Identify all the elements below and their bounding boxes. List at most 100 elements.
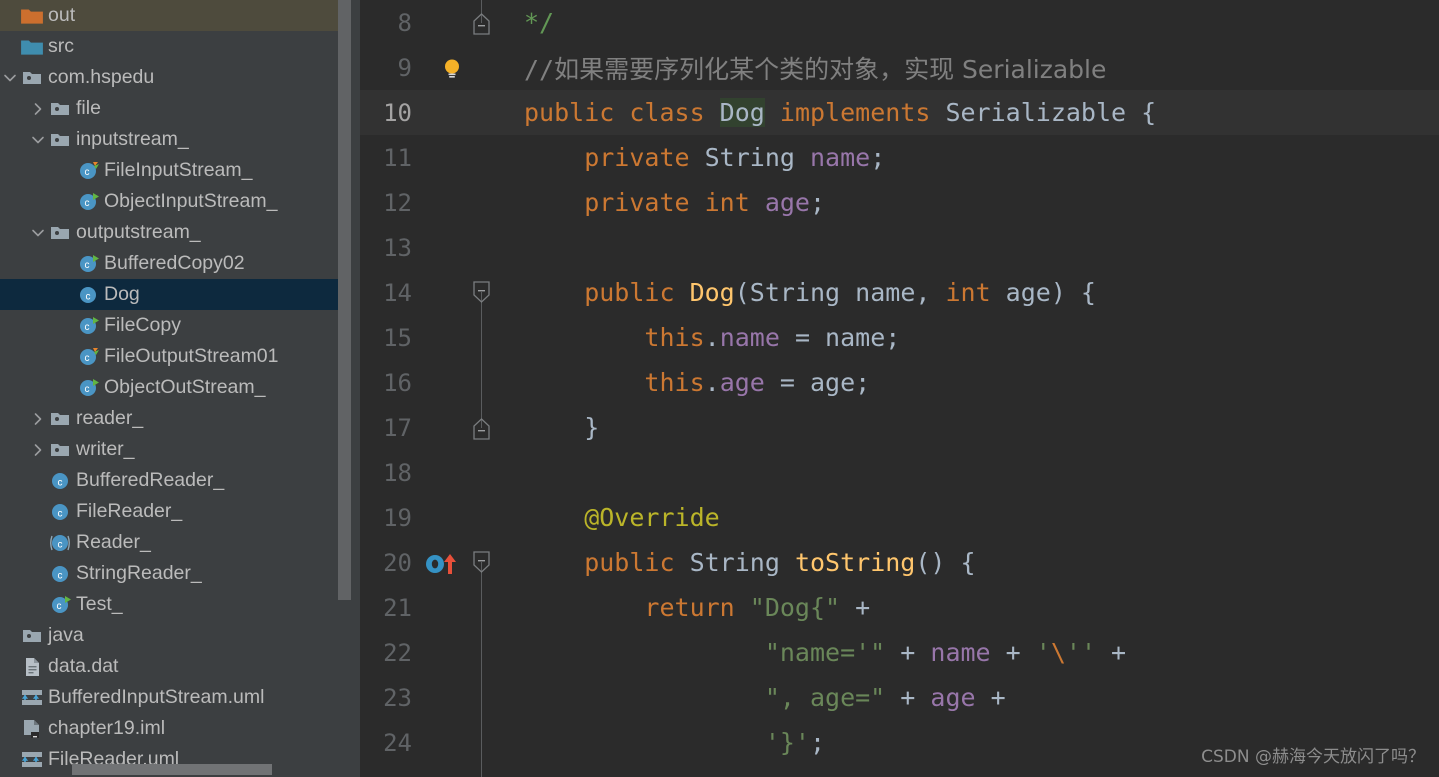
sidebar-vertical-scrollbar[interactable]	[338, 0, 351, 600]
code-text[interactable]: private int age;	[502, 188, 1439, 217]
code-text[interactable]: public Dog(String name, int age) {	[502, 278, 1439, 307]
code-folding-column[interactable]	[462, 225, 502, 270]
code-folding-column[interactable]	[462, 495, 502, 540]
code-folding-column[interactable]	[462, 135, 502, 180]
editor-line[interactable]: 11 private String name;	[360, 135, 1439, 180]
gutter-area[interactable]	[418, 135, 462, 180]
editor-line[interactable]: 22 "name='" + name + '\'' +	[360, 630, 1439, 675]
editor-line[interactable]: 20 public String toString() {	[360, 540, 1439, 585]
gutter-area[interactable]	[418, 360, 462, 405]
code-text[interactable]: }	[502, 413, 1439, 442]
tree-item-fileinputstream[interactable]: c FileInputStream_	[0, 155, 360, 186]
code-text[interactable]: "name='" + name + '\'' +	[502, 638, 1439, 667]
gutter-area[interactable]	[418, 0, 462, 45]
intention-bulb-icon[interactable]	[442, 57, 462, 79]
tree-item-file[interactable]: file	[0, 93, 360, 124]
code-text[interactable]: return "Dog{" +	[502, 593, 1439, 622]
gutter-area[interactable]	[418, 585, 462, 630]
tree-item-data-dat[interactable]: data.dat	[0, 651, 360, 682]
editor-line[interactable]: 18	[360, 450, 1439, 495]
fold-expand-icon[interactable]	[473, 12, 490, 41]
code-folding-column[interactable]	[462, 0, 502, 45]
editor-line[interactable]: 13	[360, 225, 1439, 270]
code-folding-column[interactable]	[462, 180, 502, 225]
tree-item-filecopy[interactable]: c FileCopy	[0, 310, 360, 341]
code-text[interactable]: @Override	[502, 503, 1439, 532]
project-tree-panel[interactable]: out src com.hspedu file inputstream_ c FileInp…	[0, 0, 360, 777]
tree-item-out[interactable]: out	[0, 0, 360, 31]
chevron-right-icon[interactable]	[28, 102, 48, 116]
tree-item-reader[interactable]: c Reader_	[0, 527, 360, 558]
editor-line[interactable]: 17 }	[360, 405, 1439, 450]
gutter-area[interactable]	[418, 270, 462, 315]
tree-item-inputstream[interactable]: inputstream_	[0, 124, 360, 155]
code-text[interactable]: this.name = name;	[502, 323, 1439, 352]
tree-item-filereader[interactable]: c FileReader_	[0, 496, 360, 527]
gutter-area[interactable]	[418, 45, 462, 90]
gutter-area[interactable]	[418, 720, 462, 765]
code-text[interactable]: }	[502, 773, 1439, 777]
code-folding-column[interactable]	[462, 585, 502, 630]
editor-line[interactable]: 21 return "Dog{" +	[360, 585, 1439, 630]
code-folding-column[interactable]	[462, 450, 502, 495]
tree-item-bufferedcopy02[interactable]: c BufferedCopy02	[0, 248, 360, 279]
fold-collapse-icon[interactable]	[473, 550, 490, 579]
code-folding-column[interactable]	[462, 45, 502, 90]
gutter-area[interactable]	[418, 225, 462, 270]
code-folding-column[interactable]	[462, 630, 502, 675]
editor-line[interactable]: 8 */	[360, 0, 1439, 45]
tree-item-outputstream[interactable]: outputstream_	[0, 217, 360, 248]
code-text[interactable]: //如果需要序列化某个类的对象，实现 Serializable	[502, 50, 1439, 86]
tree-item-bufferedreader[interactable]: c BufferedReader_	[0, 465, 360, 496]
editor-line[interactable]: 19 @Override	[360, 495, 1439, 540]
chevron-right-icon[interactable]	[28, 443, 48, 457]
chevron-down-icon[interactable]	[0, 72, 20, 84]
gutter-area[interactable]	[418, 180, 462, 225]
code-text[interactable]: ", age=" + age +	[502, 683, 1439, 712]
editor-line[interactable]: 23 ", age=" + age +	[360, 675, 1439, 720]
gutter-area[interactable]	[418, 90, 462, 135]
editor-line[interactable]: 15 this.name = name;	[360, 315, 1439, 360]
overriding-method-icon[interactable]	[424, 552, 462, 576]
code-folding-column[interactable]	[462, 540, 502, 585]
code-text[interactable]: this.age = age;	[502, 368, 1439, 397]
tree-item-test[interactable]: c Test_	[0, 589, 360, 620]
tree-item-objectinputstream[interactable]: c ObjectInputStream_	[0, 186, 360, 217]
code-text[interactable]: public String toString() {	[502, 548, 1439, 577]
gutter-area[interactable]	[418, 540, 462, 585]
code-folding-column[interactable]	[462, 315, 502, 360]
fold-expand-icon[interactable]	[473, 417, 490, 446]
code-folding-column[interactable]	[462, 675, 502, 720]
editor-line[interactable]: 12 private int age;	[360, 180, 1439, 225]
editor-lines[interactable]: 8 */ 9 //如果需要序列化某个类的对象，实现 Serializable 10 pub…	[360, 0, 1439, 777]
tree-item-writer[interactable]: writer_	[0, 434, 360, 465]
gutter-area[interactable]	[418, 630, 462, 675]
chevron-down-icon[interactable]	[28, 227, 48, 239]
sidebar-horizontal-scrollbar[interactable]	[72, 764, 272, 775]
tree-item-fileoutputstream01[interactable]: c FileOutputStream01	[0, 341, 360, 372]
tree-item-src[interactable]: src	[0, 31, 360, 62]
tree-item-bufferedinputstream-uml[interactable]: BufferedInputStream.uml	[0, 682, 360, 713]
tree-item-stringreader[interactable]: c StringReader_	[0, 558, 360, 589]
tree-item-reader[interactable]: reader_	[0, 403, 360, 434]
code-text[interactable]: public class Dog implements Serializable…	[502, 98, 1439, 127]
code-text[interactable]: */	[502, 8, 1439, 37]
project-tree[interactable]: out src com.hspedu file inputstream_ c FileInp…	[0, 0, 360, 775]
editor-line[interactable]: 16 this.age = age;	[360, 360, 1439, 405]
editor-line[interactable]: 14 public Dog(String name, int age) {	[360, 270, 1439, 315]
code-folding-column[interactable]	[462, 405, 502, 450]
tree-item-chapter19-iml[interactable]: chapter19.iml	[0, 713, 360, 744]
gutter-area[interactable]	[418, 405, 462, 450]
code-folding-column[interactable]	[462, 765, 502, 777]
code-editor[interactable]: 8 */ 9 //如果需要序列化某个类的对象，实现 Serializable 10 pub…	[360, 0, 1439, 777]
code-text[interactable]: private String name;	[502, 143, 1439, 172]
gutter-area[interactable]	[418, 675, 462, 720]
code-folding-column[interactable]	[462, 720, 502, 765]
chevron-down-icon[interactable]	[28, 134, 48, 146]
editor-line[interactable]: 10 public class Dog implements Serializab…	[360, 90, 1439, 135]
fold-collapse-icon[interactable]	[473, 280, 490, 309]
tree-item-objectoutstream[interactable]: c ObjectOutStream_	[0, 372, 360, 403]
tree-item-dog[interactable]: c Dog	[0, 279, 360, 310]
gutter-area[interactable]	[418, 495, 462, 540]
chevron-right-icon[interactable]	[28, 412, 48, 426]
